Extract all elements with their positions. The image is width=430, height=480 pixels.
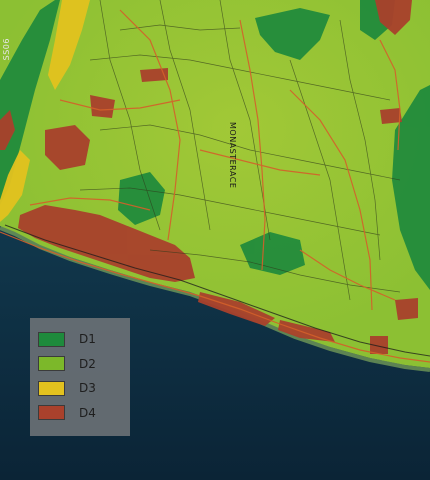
legend-label-d3: D3: [79, 381, 96, 396]
legend-item-d2: D2: [38, 352, 130, 377]
legend-swatch-d1: [38, 331, 65, 347]
map-legend: D1 D2 D3 D4: [30, 318, 130, 436]
legend-item-d4: D4: [38, 401, 130, 426]
legend-swatch-d3: [38, 380, 65, 396]
legend-swatch-d2: [38, 356, 65, 372]
road-label-monasterace: MONASTERACE: [228, 122, 237, 189]
road-label-edge: SS06: [2, 38, 11, 61]
legend-item-d3: D3: [38, 376, 130, 401]
legend-label-d4: D4: [79, 405, 96, 420]
legend-item-d1: D1: [38, 327, 130, 352]
legend-label-d2: D2: [79, 356, 96, 371]
legend-swatch-d4: [38, 405, 65, 421]
hazard-map[interactable]: MONASTERACE SS06 D1 D2 D3 D4: [0, 0, 430, 480]
legend-label-d1: D1: [79, 332, 96, 347]
